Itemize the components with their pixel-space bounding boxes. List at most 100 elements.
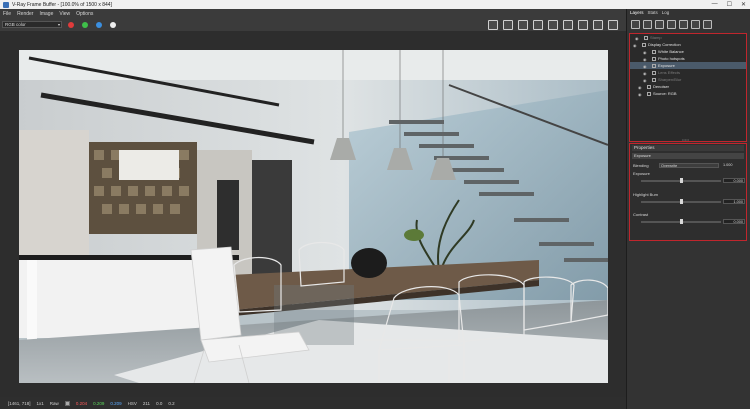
tab-stats[interactable]: Stats xyxy=(648,10,658,15)
window-titlebar: V-Ray Frame Buffer - [100.0% of 1500 x 8… xyxy=(0,0,750,9)
layer-type-icon xyxy=(652,63,656,68)
tab-log[interactable]: Log xyxy=(662,10,670,15)
layer-sharpen-blur[interactable]: ◉ Sharpen/Blur xyxy=(630,76,746,83)
v-value: 0.2 xyxy=(168,400,175,406)
blending-mode-select[interactable]: Overwrite xyxy=(659,163,719,168)
layer-type-icon xyxy=(652,77,656,82)
layer-white-balance[interactable]: ◉ White Balance xyxy=(630,48,746,55)
layer-type-icon xyxy=(644,35,648,40)
highlight-burn-label-row: Highlight Burn xyxy=(633,192,745,197)
layer-type-icon xyxy=(652,49,656,54)
highlight-burn-label: Highlight Burn xyxy=(633,192,659,197)
highlight-burn-value[interactable]: 1.000 xyxy=(723,199,745,204)
delete-layer-icon[interactable] xyxy=(643,20,652,29)
clear-image-icon[interactable] xyxy=(518,20,528,30)
side-panel: Layers Stats Log ◉ Stamp ◉ Display Corre… xyxy=(626,9,750,409)
contrast-value[interactable]: 0.000 xyxy=(723,219,745,224)
menu-view[interactable]: View xyxy=(59,11,70,17)
green-channel-toggle[interactable] xyxy=(82,22,88,28)
menu-options[interactable]: Options xyxy=(76,11,93,17)
teapot-render-icon[interactable] xyxy=(608,20,618,30)
highlight-burn-slider[interactable] xyxy=(641,199,721,204)
interactive-render-icon[interactable] xyxy=(578,20,588,30)
exposure-slider[interactable] xyxy=(641,178,721,183)
layer-stamp[interactable]: ◉ Stamp xyxy=(630,34,746,41)
panel-splitter[interactable]: ••••• xyxy=(682,137,689,142)
layer-photo-hotspots[interactable]: ◉ Photo hotspots xyxy=(630,55,746,62)
blue-channel-toggle[interactable] xyxy=(96,22,102,28)
layer-source-rgb[interactable]: ◉ Source: RGB xyxy=(630,90,746,97)
contrast-slider[interactable] xyxy=(641,219,721,224)
layer-display-correction[interactable]: ◉ Display Correction xyxy=(630,41,746,48)
redo-icon[interactable] xyxy=(703,20,712,29)
mono-channel-toggle[interactable] xyxy=(110,22,116,28)
close-button[interactable]: ✕ xyxy=(741,1,746,8)
visibility-eye-icon[interactable]: ◉ xyxy=(643,57,649,62)
exposure-label-row: Exposure xyxy=(633,171,745,176)
color-mode: Raw xyxy=(49,400,59,406)
layer-list-icon[interactable] xyxy=(679,20,688,29)
contrast-label-row: Contrast xyxy=(633,212,745,217)
red-value: 0.204 xyxy=(75,400,88,406)
zoom-label: 1x1 xyxy=(36,400,44,406)
save-image-icon[interactable] xyxy=(488,20,498,30)
menu-image[interactable]: Image xyxy=(39,11,53,17)
window-title: V-Ray Frame Buffer - [100.0% of 1500 x 8… xyxy=(12,1,112,8)
red-channel-toggle[interactable] xyxy=(68,22,74,28)
maximize-button[interactable]: ☐ xyxy=(727,1,732,8)
channel-select[interactable]: RGB color xyxy=(2,21,62,28)
layer-type-icon xyxy=(652,56,656,61)
visibility-eye-icon[interactable]: ◉ xyxy=(635,36,641,41)
vray-app-icon xyxy=(3,1,9,8)
region-render-icon[interactable] xyxy=(533,20,543,30)
load-image-icon[interactable] xyxy=(503,20,513,30)
highlight-burn-slider-row: 1.000 xyxy=(633,199,745,205)
menu-render[interactable]: Render xyxy=(17,11,33,17)
load-layers-icon[interactable] xyxy=(655,20,664,29)
layer-denoiser[interactable]: ◉ Denoiser xyxy=(630,83,746,90)
rendered-image xyxy=(19,50,608,383)
layer-type-icon xyxy=(652,70,656,75)
blending-amount[interactable]: 1.000 xyxy=(723,163,733,167)
layer-lens-effects[interactable]: ◉ Lens Effects xyxy=(630,69,746,76)
exposure-slider-knob[interactable] xyxy=(679,178,683,183)
properties-header: Properties xyxy=(632,145,744,151)
layers-list: ◉ Stamp ◉ Display Correction ◉ White Bal… xyxy=(629,33,747,142)
blending-label: Blending xyxy=(633,163,649,168)
visibility-eye-icon[interactable]: ◉ xyxy=(643,78,649,83)
visibility-eye-icon[interactable]: ◉ xyxy=(633,43,639,48)
stop-render-icon[interactable] xyxy=(593,20,603,30)
pixel-color-swatch xyxy=(64,400,70,406)
interior-render xyxy=(19,50,608,383)
visibility-eye-icon[interactable]: ◉ xyxy=(643,50,649,55)
save-layers-icon[interactable] xyxy=(667,20,676,29)
exposure-slider-row: 0.000 xyxy=(633,178,745,184)
blue-value: 0.209 xyxy=(110,400,122,406)
contrast-slider-knob[interactable] xyxy=(679,219,683,224)
folder-icon xyxy=(642,42,646,47)
tab-layers[interactable]: Layers xyxy=(630,10,644,15)
layer-type-icon xyxy=(647,91,651,96)
layer-type-icon xyxy=(647,84,651,89)
status-bar: [1461, 718] 1x1 Raw 0.204 0.209 0.209 HS… xyxy=(0,397,626,409)
create-layer-icon[interactable] xyxy=(631,20,640,29)
minimize-button[interactable]: — xyxy=(712,1,718,8)
pixel-coords: [1461, 718] xyxy=(8,400,31,406)
highlight-burn-slider-knob[interactable] xyxy=(679,199,683,204)
menu-file[interactable]: File xyxy=(3,11,11,17)
visibility-eye-icon[interactable]: ◉ xyxy=(643,64,649,69)
track-mouse-icon[interactable] xyxy=(548,20,558,30)
green-value: 0.209 xyxy=(93,400,105,406)
hsv-label: HSV xyxy=(127,400,137,406)
layer-exposure[interactable]: ◉ Exposure xyxy=(630,62,746,69)
visibility-eye-icon[interactable]: ◉ xyxy=(643,71,649,76)
properties-section-title: Exposure xyxy=(632,153,744,159)
render-viewport[interactable] xyxy=(0,31,626,397)
visibility-eye-icon[interactable]: ◉ xyxy=(638,85,644,90)
visibility-eye-icon[interactable]: ◉ xyxy=(638,92,644,97)
h-value: 211 xyxy=(142,400,151,406)
toolbar: RGB color xyxy=(0,19,626,31)
undo-icon[interactable] xyxy=(691,20,700,29)
render-icon[interactable] xyxy=(563,20,573,30)
exposure-value[interactable]: 0.000 xyxy=(723,178,745,183)
